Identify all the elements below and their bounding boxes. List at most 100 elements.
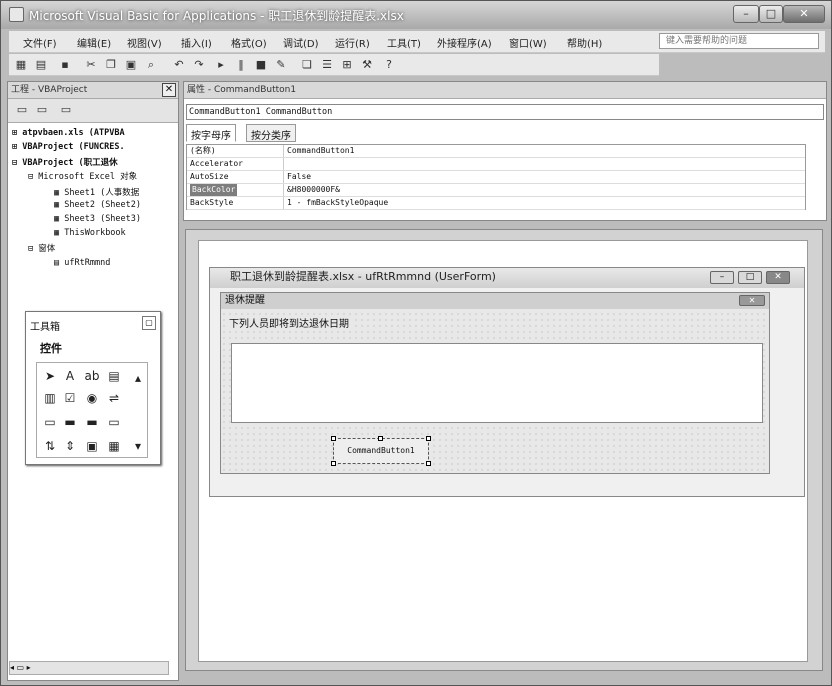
textbox-tool-icon[interactable]: ab bbox=[83, 367, 101, 385]
userform-close-icon[interactable]: ✕ bbox=[739, 295, 765, 306]
toolbox-icon[interactable]: ⚒ bbox=[359, 57, 375, 73]
multipage-tool-icon[interactable]: ▭ bbox=[105, 413, 123, 431]
scroll-down-icon[interactable]: ▾ bbox=[129, 437, 147, 455]
tabstrip-tool-icon[interactable]: ▬ bbox=[83, 413, 101, 431]
userform[interactable]: 退休提醒 ✕ 下列人员即将到达退休日期 CommandButton1 bbox=[220, 292, 770, 474]
insert-userform-icon[interactable]: ▤ bbox=[33, 57, 49, 73]
label-tool-icon[interactable]: A bbox=[61, 367, 79, 385]
toolbox-controls: ➤ A ab ▤ ▥ ☑ ◉ ⇌ ▭ ▬ ▬ ▭ ⇅ ⇕ ▣ ▦ ▴ ▾ bbox=[36, 362, 148, 458]
menu-edit[interactable]: 编辑(E) bbox=[77, 35, 111, 50]
togglebutton-tool-icon[interactable]: ⇌ bbox=[105, 389, 123, 407]
project-close-icon[interactable]: ✕ bbox=[162, 83, 176, 97]
design-mode-icon[interactable]: ✎ bbox=[273, 57, 289, 73]
menu-window[interactable]: 窗口(W) bbox=[509, 35, 547, 50]
menu-run[interactable]: 运行(R) bbox=[335, 35, 370, 50]
view-excel-icon[interactable]: ▦ bbox=[13, 57, 29, 73]
property-row[interactable]: (名称) CommandButton1 bbox=[187, 145, 805, 158]
listbox-tool-icon[interactable]: ▥ bbox=[41, 389, 59, 407]
run-icon[interactable]: ▸ bbox=[213, 57, 229, 73]
reset-icon[interactable]: ■ bbox=[253, 57, 269, 73]
property-row[interactable]: Accelerator bbox=[187, 158, 805, 171]
menu-insert[interactable]: 插入(I) bbox=[181, 35, 212, 50]
command-button[interactable]: CommandButton1 bbox=[333, 438, 429, 464]
menu-debug[interactable]: 调试(D) bbox=[283, 35, 319, 50]
find-icon[interactable]: ⌕ bbox=[143, 57, 159, 73]
object-dropdown[interactable]: CommandButton1 CommandButton bbox=[186, 104, 824, 120]
listbox[interactable] bbox=[231, 343, 763, 423]
toolbox-tab[interactable]: 控件 bbox=[40, 340, 62, 356]
tree-item[interactable]: ⊞ VBAProject (FUNCRES. bbox=[12, 142, 125, 152]
view-object-icon[interactable]: ▭ bbox=[34, 102, 50, 118]
redo-icon[interactable]: ↷ bbox=[191, 57, 207, 73]
save-icon[interactable]: ▪ bbox=[57, 57, 73, 73]
undo-icon[interactable]: ↶ bbox=[171, 57, 187, 73]
pointer-icon[interactable]: ➤ bbox=[41, 367, 59, 385]
tab-alphabetic[interactable]: 按字母序 bbox=[186, 124, 236, 142]
properties-window-icon[interactable]: ☰ bbox=[319, 57, 335, 73]
toolbox-close-icon[interactable]: ▢ bbox=[142, 316, 156, 330]
resize-handle[interactable] bbox=[378, 436, 383, 441]
optionbutton-tool-icon[interactable]: ◉ bbox=[83, 389, 101, 407]
close-button[interactable]: ✕ bbox=[783, 5, 825, 23]
project-horizontal-scrollbar[interactable]: ◂ ▭ ▸ bbox=[9, 661, 169, 675]
standard-toolbar: ▦ ▤ ▪ ✂ ❐ ▣ ⌕ ↶ ↷ ▸ ‖ ■ ✎ ❏ ☰ ⊞ ⚒ ? bbox=[9, 54, 659, 76]
scrollbar-tool-icon[interactable]: ⇅ bbox=[41, 437, 59, 455]
object-browser-icon[interactable]: ⊞ bbox=[339, 57, 355, 73]
view-code-icon[interactable]: ▭ bbox=[14, 102, 30, 118]
design-area: 职工退休到龄提醒表.xlsx - ufRtRmmnd (UserForm) – … bbox=[185, 229, 823, 671]
frame-tool-icon[interactable]: ▭ bbox=[41, 413, 59, 431]
menu-format[interactable]: 格式(O) bbox=[231, 35, 267, 50]
tree-item[interactable]: ⊞ atpvbaen.xls (ATPVBA bbox=[12, 128, 125, 138]
help-icon[interactable]: ? bbox=[381, 57, 397, 73]
properties-title: 属性 - CommandButton1 bbox=[184, 82, 826, 99]
checkbox-tool-icon[interactable]: ☑ bbox=[61, 389, 79, 407]
break-icon[interactable]: ‖ bbox=[233, 57, 249, 73]
properties-window: 属性 - CommandButton1 CommandButton1 Comma… bbox=[183, 81, 827, 221]
image-tool-icon[interactable]: ▣ bbox=[83, 437, 101, 455]
menu-bar: 文件(F) 编辑(E) 视图(V) 插入(I) 格式(O) 调试(D) 运行(R… bbox=[9, 31, 825, 53]
property-row[interactable]: AutoSize False bbox=[187, 171, 805, 184]
tree-item[interactable]: ▦ Sheet3 (Sheet3) bbox=[54, 214, 141, 224]
notice-label[interactable]: 下列人员即将到达退休日期 bbox=[227, 315, 351, 330]
cut-icon[interactable]: ✂ bbox=[83, 57, 99, 73]
userform-maximize-button[interactable]: □ bbox=[738, 271, 762, 284]
resize-handle[interactable] bbox=[331, 436, 336, 441]
title-bar: Microsoft Visual Basic for Applications … bbox=[1, 1, 831, 29]
project-explorer-icon[interactable]: ❏ bbox=[299, 57, 315, 73]
tree-item[interactable]: ⊟ Microsoft Excel 对象 bbox=[28, 170, 137, 182]
vba-window: Microsoft Visual Basic for Applications … bbox=[0, 0, 832, 686]
property-row[interactable]: BackStyle 1 - fmBackStyleOpaque bbox=[187, 197, 805, 210]
maximize-button[interactable]: □ bbox=[759, 5, 783, 23]
menu-file[interactable]: 文件(F) bbox=[23, 35, 57, 50]
tree-item[interactable]: ▦ Sheet1 (人事数据 bbox=[54, 186, 139, 198]
scroll-up-icon[interactable]: ▴ bbox=[129, 369, 147, 387]
tree-item[interactable]: ⊟ VBAProject (职工退休 bbox=[12, 156, 118, 168]
commandbutton-tool-icon[interactable]: ▬ bbox=[61, 413, 79, 431]
help-search-input[interactable]: 键入需要帮助的问题 bbox=[659, 33, 819, 49]
resize-handle[interactable] bbox=[426, 461, 431, 466]
tree-item[interactable]: ▦ Sheet2 (Sheet2) bbox=[54, 200, 141, 210]
userform-minimize-button[interactable]: – bbox=[710, 271, 734, 284]
tree-item[interactable]: ⊟ 窗体 bbox=[28, 242, 55, 254]
userform-close-button[interactable]: ✕ bbox=[766, 271, 790, 284]
menu-addins[interactable]: 外接程序(A) bbox=[437, 35, 492, 50]
combobox-tool-icon[interactable]: ▤ bbox=[105, 367, 123, 385]
project-explorer-title: 工程 - VBAProject bbox=[8, 82, 178, 99]
menu-tools[interactable]: 工具(T) bbox=[387, 35, 421, 50]
menu-help[interactable]: 帮助(H) bbox=[567, 35, 602, 50]
property-grid: (名称) CommandButton1 Accelerator AutoSize F… bbox=[186, 144, 806, 210]
tree-item[interactable]: ▦ ThisWorkbook bbox=[54, 228, 126, 238]
tab-categorized[interactable]: 按分类序 bbox=[246, 124, 296, 142]
tree-item[interactable]: ▤ ufRtRmmnd bbox=[54, 258, 110, 268]
project-toolbar: ▭ ▭ ▭ bbox=[8, 99, 178, 123]
copy-icon[interactable]: ❐ bbox=[103, 57, 119, 73]
property-row[interactable]: BackColor &H8000000F& bbox=[187, 184, 805, 197]
minimize-button[interactable]: – bbox=[733, 5, 759, 23]
resize-handle[interactable] bbox=[426, 436, 431, 441]
toggle-folders-icon[interactable]: ▭ bbox=[58, 102, 74, 118]
refedit-tool-icon[interactable]: ▦ bbox=[105, 437, 123, 455]
menu-view[interactable]: 视图(V) bbox=[127, 35, 162, 50]
resize-handle[interactable] bbox=[331, 461, 336, 466]
paste-icon[interactable]: ▣ bbox=[123, 57, 139, 73]
spinbutton-tool-icon[interactable]: ⇕ bbox=[61, 437, 79, 455]
